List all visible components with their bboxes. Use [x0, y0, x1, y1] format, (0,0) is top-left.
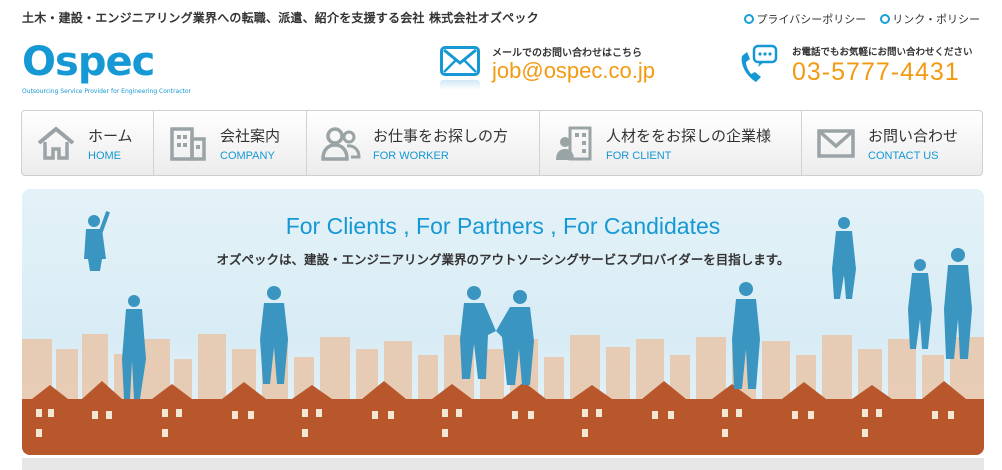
nav-item-home[interactable]: ホーム HOME	[22, 111, 154, 175]
phone-number-link[interactable]: 03-5777-4431	[792, 58, 960, 87]
ospec-logo[interactable]: Ospec Outsourcing Service Provider for E…	[22, 39, 192, 95]
people-icon	[321, 127, 361, 161]
site-tagline: 土木・建設・エンジニアリング業界への転職、派遣、紹介を支援する会社 株式会社オズ…	[22, 11, 539, 25]
hero-banner: For Clients , For Partners , For Candida…	[22, 189, 984, 455]
building-icon	[170, 127, 206, 161]
nav-worker-en: FOR WORKER	[373, 149, 449, 162]
top-links: プライバシーポリシー リンク・ポリシー	[744, 11, 980, 27]
phone-caption: お電話でもお気軽にお問い合わせください	[792, 47, 973, 58]
nav-item-client[interactable]: 人材ををお探しの企業様 FOR CLIENT	[540, 111, 802, 175]
nav-worker-jp: お仕事をお探しの方	[373, 126, 509, 145]
hero-title: For Clients , For Partners , For Candida…	[285, 213, 721, 239]
envelope-icon	[817, 129, 855, 158]
mail-contact: メールでのお問い合わせはこちら job@ospec.co.jp	[440, 44, 690, 90]
privacy-policy-label: プライバシーポリシー	[756, 13, 867, 26]
nav-company-jp: 会社案内	[220, 126, 281, 145]
circle-bullet-icon	[880, 14, 891, 24]
circle-bullet-icon	[744, 14, 755, 24]
logo-subtitle: Outsourcing Service Provider for Enginee…	[22, 88, 192, 95]
nav-item-company[interactable]: 会社案内 COMPANY	[154, 111, 307, 175]
house-icon	[37, 126, 75, 160]
nav-home-en: HOME	[88, 149, 121, 162]
link-policy-label: リンク・ポリシー	[892, 13, 980, 26]
privacy-policy-link[interactable]: プライバシーポリシー	[744, 11, 866, 27]
nav-item-worker[interactable]: お仕事をお探しの方 FOR WORKER	[307, 111, 540, 175]
phone-icon	[741, 44, 778, 82]
mail-address-link[interactable]: job@ospec.co.jp	[492, 58, 655, 84]
logo-wordmark: Ospec	[22, 39, 155, 85]
nav-home-jp: ホーム	[88, 126, 133, 145]
main-nav: ホーム HOME 会社案内 COMPANY お仕事をお探しの方 FOR WORK…	[21, 110, 983, 176]
office-person-icon	[556, 126, 592, 161]
nav-item-contact[interactable]: お問い合わせ CONTACT US	[802, 111, 982, 175]
mail-caption: メールでのお問い合わせはこちら	[492, 48, 642, 59]
envelope-icon	[440, 46, 480, 76]
nav-client-jp: 人材ををお探しの企業様	[606, 126, 772, 145]
nav-contact-jp: お問い合わせ	[868, 126, 959, 145]
hero-subtitle: オズペックは、建設・エンジニアリング業界のアウトソーシングサービスプロバイダーを…	[216, 252, 790, 267]
link-policy-link[interactable]: リンク・ポリシー	[880, 11, 980, 27]
phone-contact: お電話でもお気軽にお問い合わせください 03-5777-4431	[736, 40, 986, 100]
nav-client-en: FOR CLIENT	[606, 149, 672, 162]
nav-company-en: COMPANY	[220, 149, 275, 162]
envelope-reflection	[440, 80, 480, 90]
content-top-bar	[22, 458, 984, 470]
nav-contact-en: CONTACT US	[868, 149, 939, 162]
